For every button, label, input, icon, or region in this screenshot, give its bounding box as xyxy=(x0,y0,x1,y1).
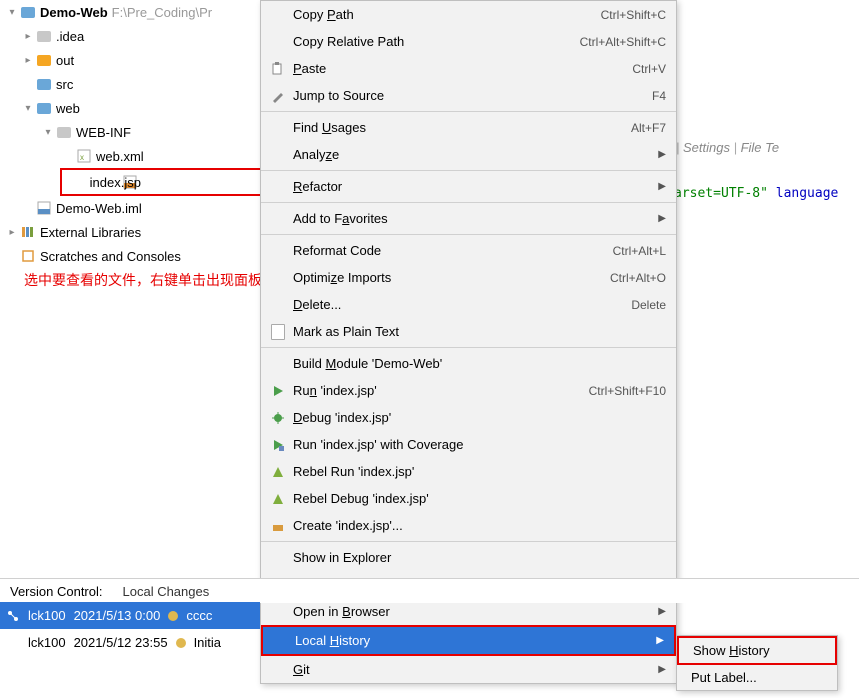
coverage-icon xyxy=(267,439,289,451)
menu-copy-relative-path[interactable]: Copy Relative PathCtrl+Alt+Shift+C xyxy=(261,28,676,55)
submenu-show-history[interactable]: Show History xyxy=(677,636,837,665)
tree-root[interactable]: ▾ Demo-Web F:\Pre_Coding\Pr xyxy=(0,0,260,24)
file-icon xyxy=(267,324,289,340)
menu-git[interactable]: Git▶ xyxy=(261,656,676,683)
version-control-bar: Version Control: Local Changes xyxy=(0,578,859,603)
menu-reformat[interactable]: Reformat CodeCtrl+Alt+L xyxy=(261,237,676,264)
menu-paste[interactable]: PasteCtrl+V xyxy=(261,55,676,82)
menu-analyze[interactable]: Analyze▶ xyxy=(261,141,676,168)
submenu-put-label[interactable]: Put Label... xyxy=(677,665,837,690)
submenu-arrow-icon: ▶ xyxy=(652,149,666,160)
menu-separator xyxy=(261,170,676,171)
tree-item-webinf[interactable]: ▾ WEB-INF xyxy=(0,120,260,144)
root-label: Demo-Web xyxy=(40,5,112,20)
project-icon xyxy=(20,4,36,20)
folder-icon xyxy=(56,124,72,140)
submenu-arrow-icon: ▶ xyxy=(652,181,666,192)
menu-rebel-debug[interactable]: Rebel Debug 'index.jsp' xyxy=(261,485,676,512)
chevron-right-icon: ▸ xyxy=(20,55,36,66)
vc-log: lck100 2021/5/13 0:00 cccc lck100 2021/5… xyxy=(0,602,260,656)
menu-build-module[interactable]: Build Module 'Demo-Web' xyxy=(261,350,676,377)
menu-create[interactable]: Create 'index.jsp'... xyxy=(261,512,676,539)
submenu-arrow-icon: ▶ xyxy=(652,213,666,224)
submenu-arrow-icon: ▶ xyxy=(652,606,666,617)
menu-copy-path[interactable]: Copy PathCtrl+Shift+C xyxy=(261,1,676,28)
tree-item-src[interactable]: src xyxy=(0,72,260,96)
editor-code: arset=UTF-8" language xyxy=(674,186,838,201)
commit-dot-icon xyxy=(176,638,186,648)
editor-hint: | Settings | File Te xyxy=(676,140,779,155)
tree-item-iml[interactable]: Demo-Web.iml xyxy=(0,196,260,220)
run-icon xyxy=(267,385,289,397)
tree-item-idea[interactable]: ▸ .idea xyxy=(0,24,260,48)
root-path: F:\Pre_Coding\Pr xyxy=(112,5,212,20)
paste-icon xyxy=(267,62,289,76)
menu-run-coverage[interactable]: Run 'index.jsp' with Coverage xyxy=(261,431,676,458)
menu-local-history[interactable]: Local History▶ xyxy=(261,625,676,656)
menu-jump-to-source[interactable]: Jump to SourceF4 xyxy=(261,82,676,109)
submenu-arrow-icon: ▶ xyxy=(652,664,666,675)
commit-dot-icon xyxy=(168,611,178,621)
menu-separator xyxy=(261,347,676,348)
menu-mark-plain-text[interactable]: Mark as Plain Text xyxy=(261,318,676,345)
library-icon xyxy=(20,224,36,240)
local-history-submenu: Show History Put Label... xyxy=(676,635,838,691)
tree-item-out[interactable]: ▸ out xyxy=(0,48,260,72)
chevron-right-icon: ▸ xyxy=(20,31,36,42)
menu-show-explorer[interactable]: Show in Explorer xyxy=(261,544,676,571)
menu-run[interactable]: Run 'index.jsp'Ctrl+Shift+F10 xyxy=(261,377,676,404)
menu-find-usages[interactable]: Find UsagesAlt+F7 xyxy=(261,114,676,141)
rebel-run-icon xyxy=(267,466,289,478)
chevron-down-icon: ▾ xyxy=(40,127,56,138)
tree-scratches[interactable]: Scratches and Consoles xyxy=(0,244,260,268)
menu-favorites[interactable]: Add to Favorites▶ xyxy=(261,205,676,232)
tree-item-webxml[interactable]: x web.xml xyxy=(0,144,260,168)
chevron-right-icon: ▸ xyxy=(4,227,20,238)
annotation-text: 选中要查看的文件，右键单击出现面板 xyxy=(24,270,262,290)
iml-file-icon xyxy=(36,200,52,216)
tree-item-web[interactable]: ▾ web xyxy=(0,96,260,120)
vc-tab-local-changes[interactable]: Local Changes xyxy=(113,584,220,599)
svg-text:x: x xyxy=(80,153,84,162)
menu-separator xyxy=(261,234,676,235)
tree-item-indexjsp[interactable]: index.jsp xyxy=(60,168,282,196)
branch-icon xyxy=(6,609,20,623)
tree-external-libraries[interactable]: ▸ External Libraries xyxy=(0,220,260,244)
menu-rebel-run[interactable]: Rebel Run 'index.jsp' xyxy=(261,458,676,485)
menu-debug[interactable]: Debug 'index.jsp' xyxy=(261,404,676,431)
scratch-icon xyxy=(20,248,36,264)
folder-icon xyxy=(36,100,52,116)
log-row[interactable]: lck100 2021/5/12 23:55 Initia xyxy=(0,629,260,656)
menu-optimize-imports[interactable]: Optimize ImportsCtrl+Alt+O xyxy=(261,264,676,291)
log-row[interactable]: lck100 2021/5/13 0:00 cccc xyxy=(0,602,260,629)
menu-separator xyxy=(261,541,676,542)
folder-icon xyxy=(36,52,52,68)
debug-icon xyxy=(267,412,289,424)
folder-icon xyxy=(36,28,52,44)
create-icon xyxy=(267,520,289,532)
submenu-arrow-icon: ▶ xyxy=(650,635,664,646)
menu-delete[interactable]: Delete...Delete xyxy=(261,291,676,318)
chevron-down-icon: ▾ xyxy=(4,7,20,18)
folder-icon xyxy=(36,76,52,92)
pencil-icon xyxy=(267,89,289,103)
menu-refactor[interactable]: Refactor▶ xyxy=(261,173,676,200)
rebel-debug-icon xyxy=(267,493,289,505)
chevron-down-icon: ▾ xyxy=(20,103,36,114)
xml-file-icon: x xyxy=(76,148,92,164)
menu-separator xyxy=(261,202,676,203)
vc-title: Version Control: xyxy=(0,584,113,599)
menu-separator xyxy=(261,111,676,112)
